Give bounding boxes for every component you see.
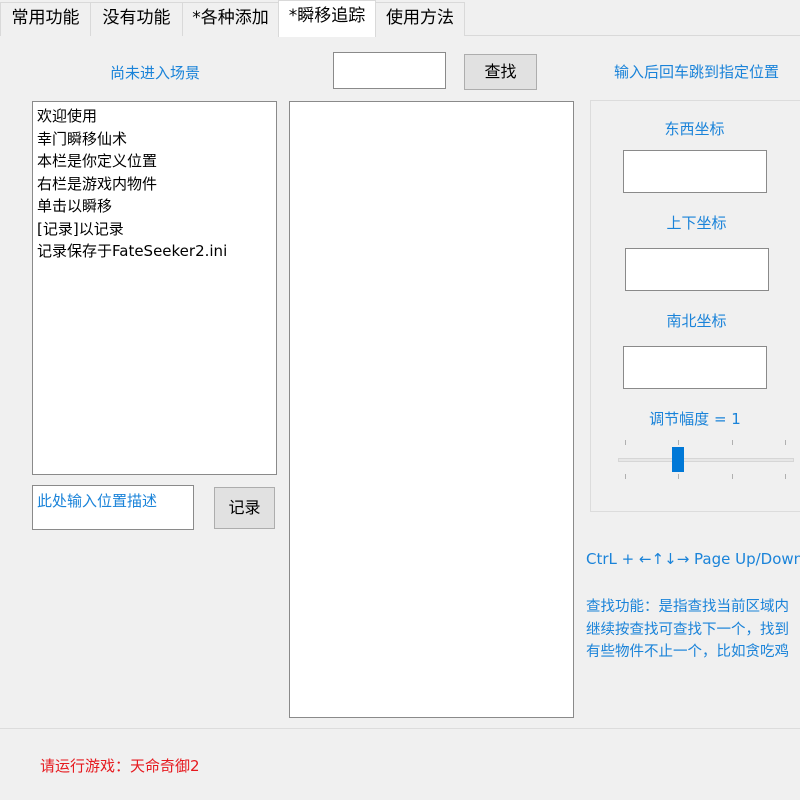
list-item[interactable]: [记录]以记录 (37, 218, 276, 241)
scene-status-label: 尚未进入场景 (109, 64, 200, 82)
south-north-input[interactable] (623, 346, 767, 389)
step-size-slider[interactable] (618, 438, 794, 482)
tab-various-additions[interactable]: *各种添加 (182, 2, 279, 36)
location-description-input[interactable]: 此处输入位置描述 (32, 485, 194, 530)
slider-tick (678, 440, 679, 445)
saved-locations-list[interactable]: 欢迎使用 幸门瞬移仙术 本栏是你定义位置 右栏是游戏内物件 单击以瞬移 [记录]… (32, 101, 277, 475)
slider-tick (625, 440, 626, 445)
help-line: 有些物件不止一个，比如贪吃鸡 (586, 644, 789, 660)
record-button[interactable]: 记录 (214, 487, 275, 529)
location-description-placeholder: 此处输入位置描述 (37, 492, 158, 510)
help-line: 查找功能：是指查找当前区域内 (586, 599, 789, 615)
search-button[interactable]: 查找 (464, 54, 537, 90)
list-item[interactable]: 单击以瞬移 (37, 195, 276, 218)
search-help-text: 查找功能：是指查找当前区域内 继续按查找可查找下一个，找到 有些物件不止一个，比… (586, 596, 800, 664)
slider-tick (678, 474, 679, 479)
hotkey-hint: CtrL + ←↑↓→ Page Up/Down (586, 550, 800, 568)
slider-tick (785, 440, 786, 445)
game-objects-list[interactable] (289, 101, 574, 718)
step-size-label: 调节幅度 = 1 (649, 410, 741, 428)
list-item[interactable]: 幸门瞬移仙术 (37, 128, 276, 151)
slider-thumb[interactable] (672, 447, 684, 472)
status-divider (0, 728, 800, 729)
list-item[interactable]: 本栏是你定义位置 (37, 150, 276, 173)
tab-bar: 常用功能 没有功能 *各种添加 *瞬移追踪 使用方法 (0, 0, 800, 37)
up-down-label: 上下坐标 (666, 214, 727, 232)
slider-tick (732, 440, 733, 445)
east-west-label: 东西坐标 (664, 120, 725, 138)
slider-tick (732, 474, 733, 479)
tab-usage[interactable]: 使用方法 (375, 2, 465, 36)
help-line: 继续按查找可查找下一个，找到 (586, 621, 789, 638)
list-item[interactable]: 右栏是游戏内物件 (37, 173, 276, 196)
list-item[interactable]: 记录保存于FateSeeker2.ini (37, 240, 276, 263)
search-input[interactable] (333, 52, 446, 89)
south-north-label: 南北坐标 (666, 312, 727, 330)
slider-track (618, 458, 794, 462)
up-down-input[interactable] (625, 248, 769, 291)
slider-tick (625, 474, 626, 479)
tab-no-functions[interactable]: 没有功能 (90, 2, 183, 36)
list-item[interactable]: 欢迎使用 (37, 105, 276, 128)
enter-jump-hint: 输入后回车跳到指定位置 (614, 63, 780, 81)
east-west-input[interactable] (623, 150, 767, 193)
tab-common-functions[interactable]: 常用功能 (0, 2, 91, 36)
slider-tick (785, 474, 786, 479)
status-message: 请运行游戏：天命奇御2 (40, 757, 200, 775)
tab-teleport-tracking[interactable]: *瞬移追踪 (278, 0, 376, 37)
